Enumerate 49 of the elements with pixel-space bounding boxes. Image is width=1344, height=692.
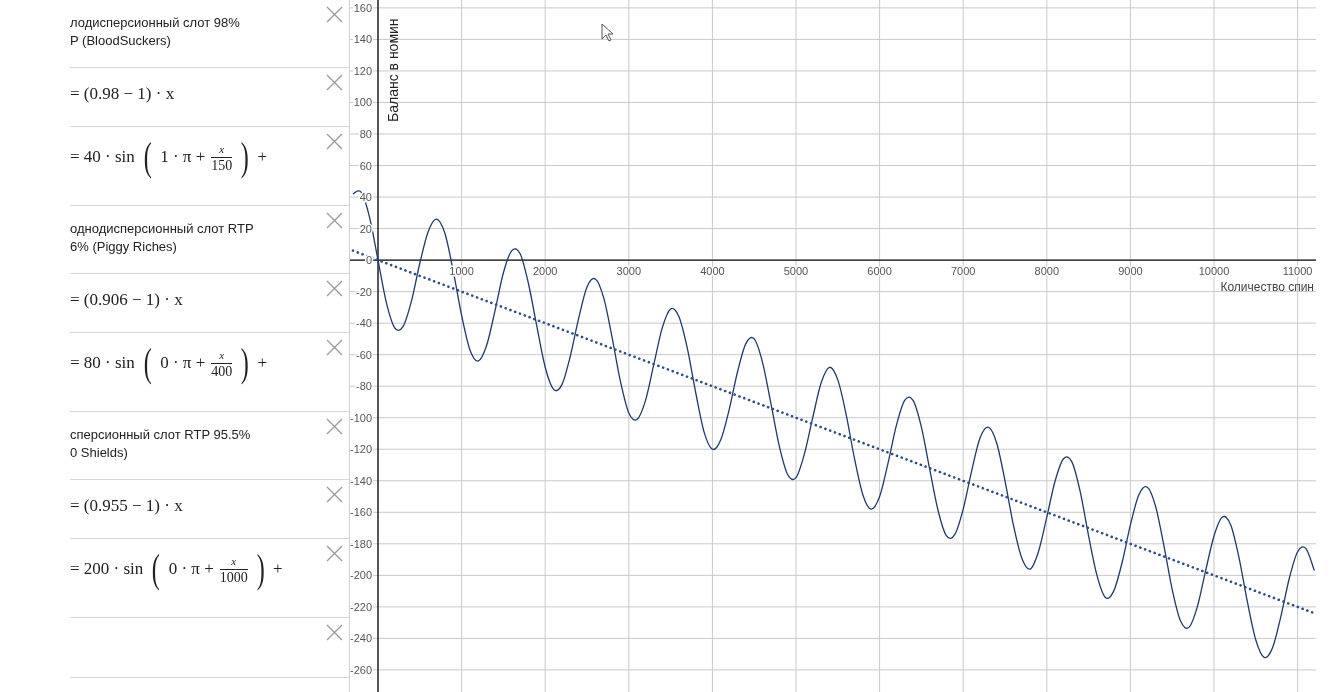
tick-label: 20 bbox=[359, 222, 372, 235]
tick-label: -160 bbox=[350, 506, 372, 519]
tick-label: 2000 bbox=[532, 265, 558, 278]
expression-label: лодисперсионный слот 98% P (BloodSuckers) bbox=[70, 14, 240, 50]
tick-label: 10000 bbox=[1198, 265, 1230, 278]
tick-label: -20 bbox=[356, 285, 372, 298]
tick-label: -120 bbox=[350, 443, 372, 456]
tick-label: -60 bbox=[356, 348, 372, 361]
close-icon[interactable] bbox=[326, 74, 343, 91]
close-icon[interactable] bbox=[326, 212, 343, 229]
tick-label: 3000 bbox=[616, 265, 642, 278]
cursor-icon bbox=[601, 23, 614, 42]
tick-label: -220 bbox=[350, 600, 372, 613]
tick-label: 60 bbox=[359, 159, 372, 172]
close-icon[interactable] bbox=[326, 486, 343, 503]
tick-label: -100 bbox=[350, 411, 372, 424]
close-icon[interactable] bbox=[326, 339, 343, 356]
close-icon[interactable] bbox=[326, 280, 343, 297]
tick-label: -240 bbox=[350, 632, 372, 645]
tick-label: 8000 bbox=[1034, 265, 1060, 278]
tick-label: 7000 bbox=[950, 265, 976, 278]
tick-label: -140 bbox=[350, 474, 372, 487]
tick-label: 9000 bbox=[1118, 265, 1143, 278]
tick-label: -80 bbox=[356, 380, 372, 393]
tick-label: 11000 bbox=[1282, 265, 1313, 278]
tick-label: 80 bbox=[359, 128, 372, 140]
close-icon[interactable] bbox=[326, 545, 343, 562]
tick-label: -260 bbox=[350, 663, 372, 676]
tick-label: 5000 bbox=[783, 265, 809, 278]
tick-label: -180 bbox=[350, 537, 372, 550]
tick-label: 160 bbox=[353, 1, 372, 14]
close-icon[interactable] bbox=[326, 418, 343, 435]
close-icon[interactable] bbox=[326, 624, 343, 641]
tick-label: -40 bbox=[356, 317, 372, 330]
expression-formula[interactable]: = (0.906 − 1) · x bbox=[70, 280, 183, 310]
tick-label: 6000 bbox=[867, 265, 892, 278]
axis-title: Баланс в номин bbox=[385, 18, 401, 122]
tick-label: -200 bbox=[350, 569, 372, 582]
axis-title: Количество спин bbox=[1220, 280, 1314, 295]
close-icon[interactable] bbox=[326, 6, 343, 23]
tick-label: 100 bbox=[353, 96, 372, 109]
tick-label: 140 bbox=[353, 33, 372, 46]
tick-label: 120 bbox=[353, 64, 372, 77]
expression-formula[interactable]: = (0.98 − 1) · x bbox=[70, 74, 175, 104]
tick-label: 4000 bbox=[700, 265, 725, 278]
expression-label: сперсионный слот RTP 95.5% 0 Shields) bbox=[70, 426, 251, 462]
close-icon[interactable] bbox=[326, 133, 343, 150]
expression-label: однодисперсионный слот RTP 6% (Piggy Riches) bbox=[70, 220, 254, 256]
expression-formula[interactable]: = (0.955 − 1) · x bbox=[70, 486, 183, 516]
